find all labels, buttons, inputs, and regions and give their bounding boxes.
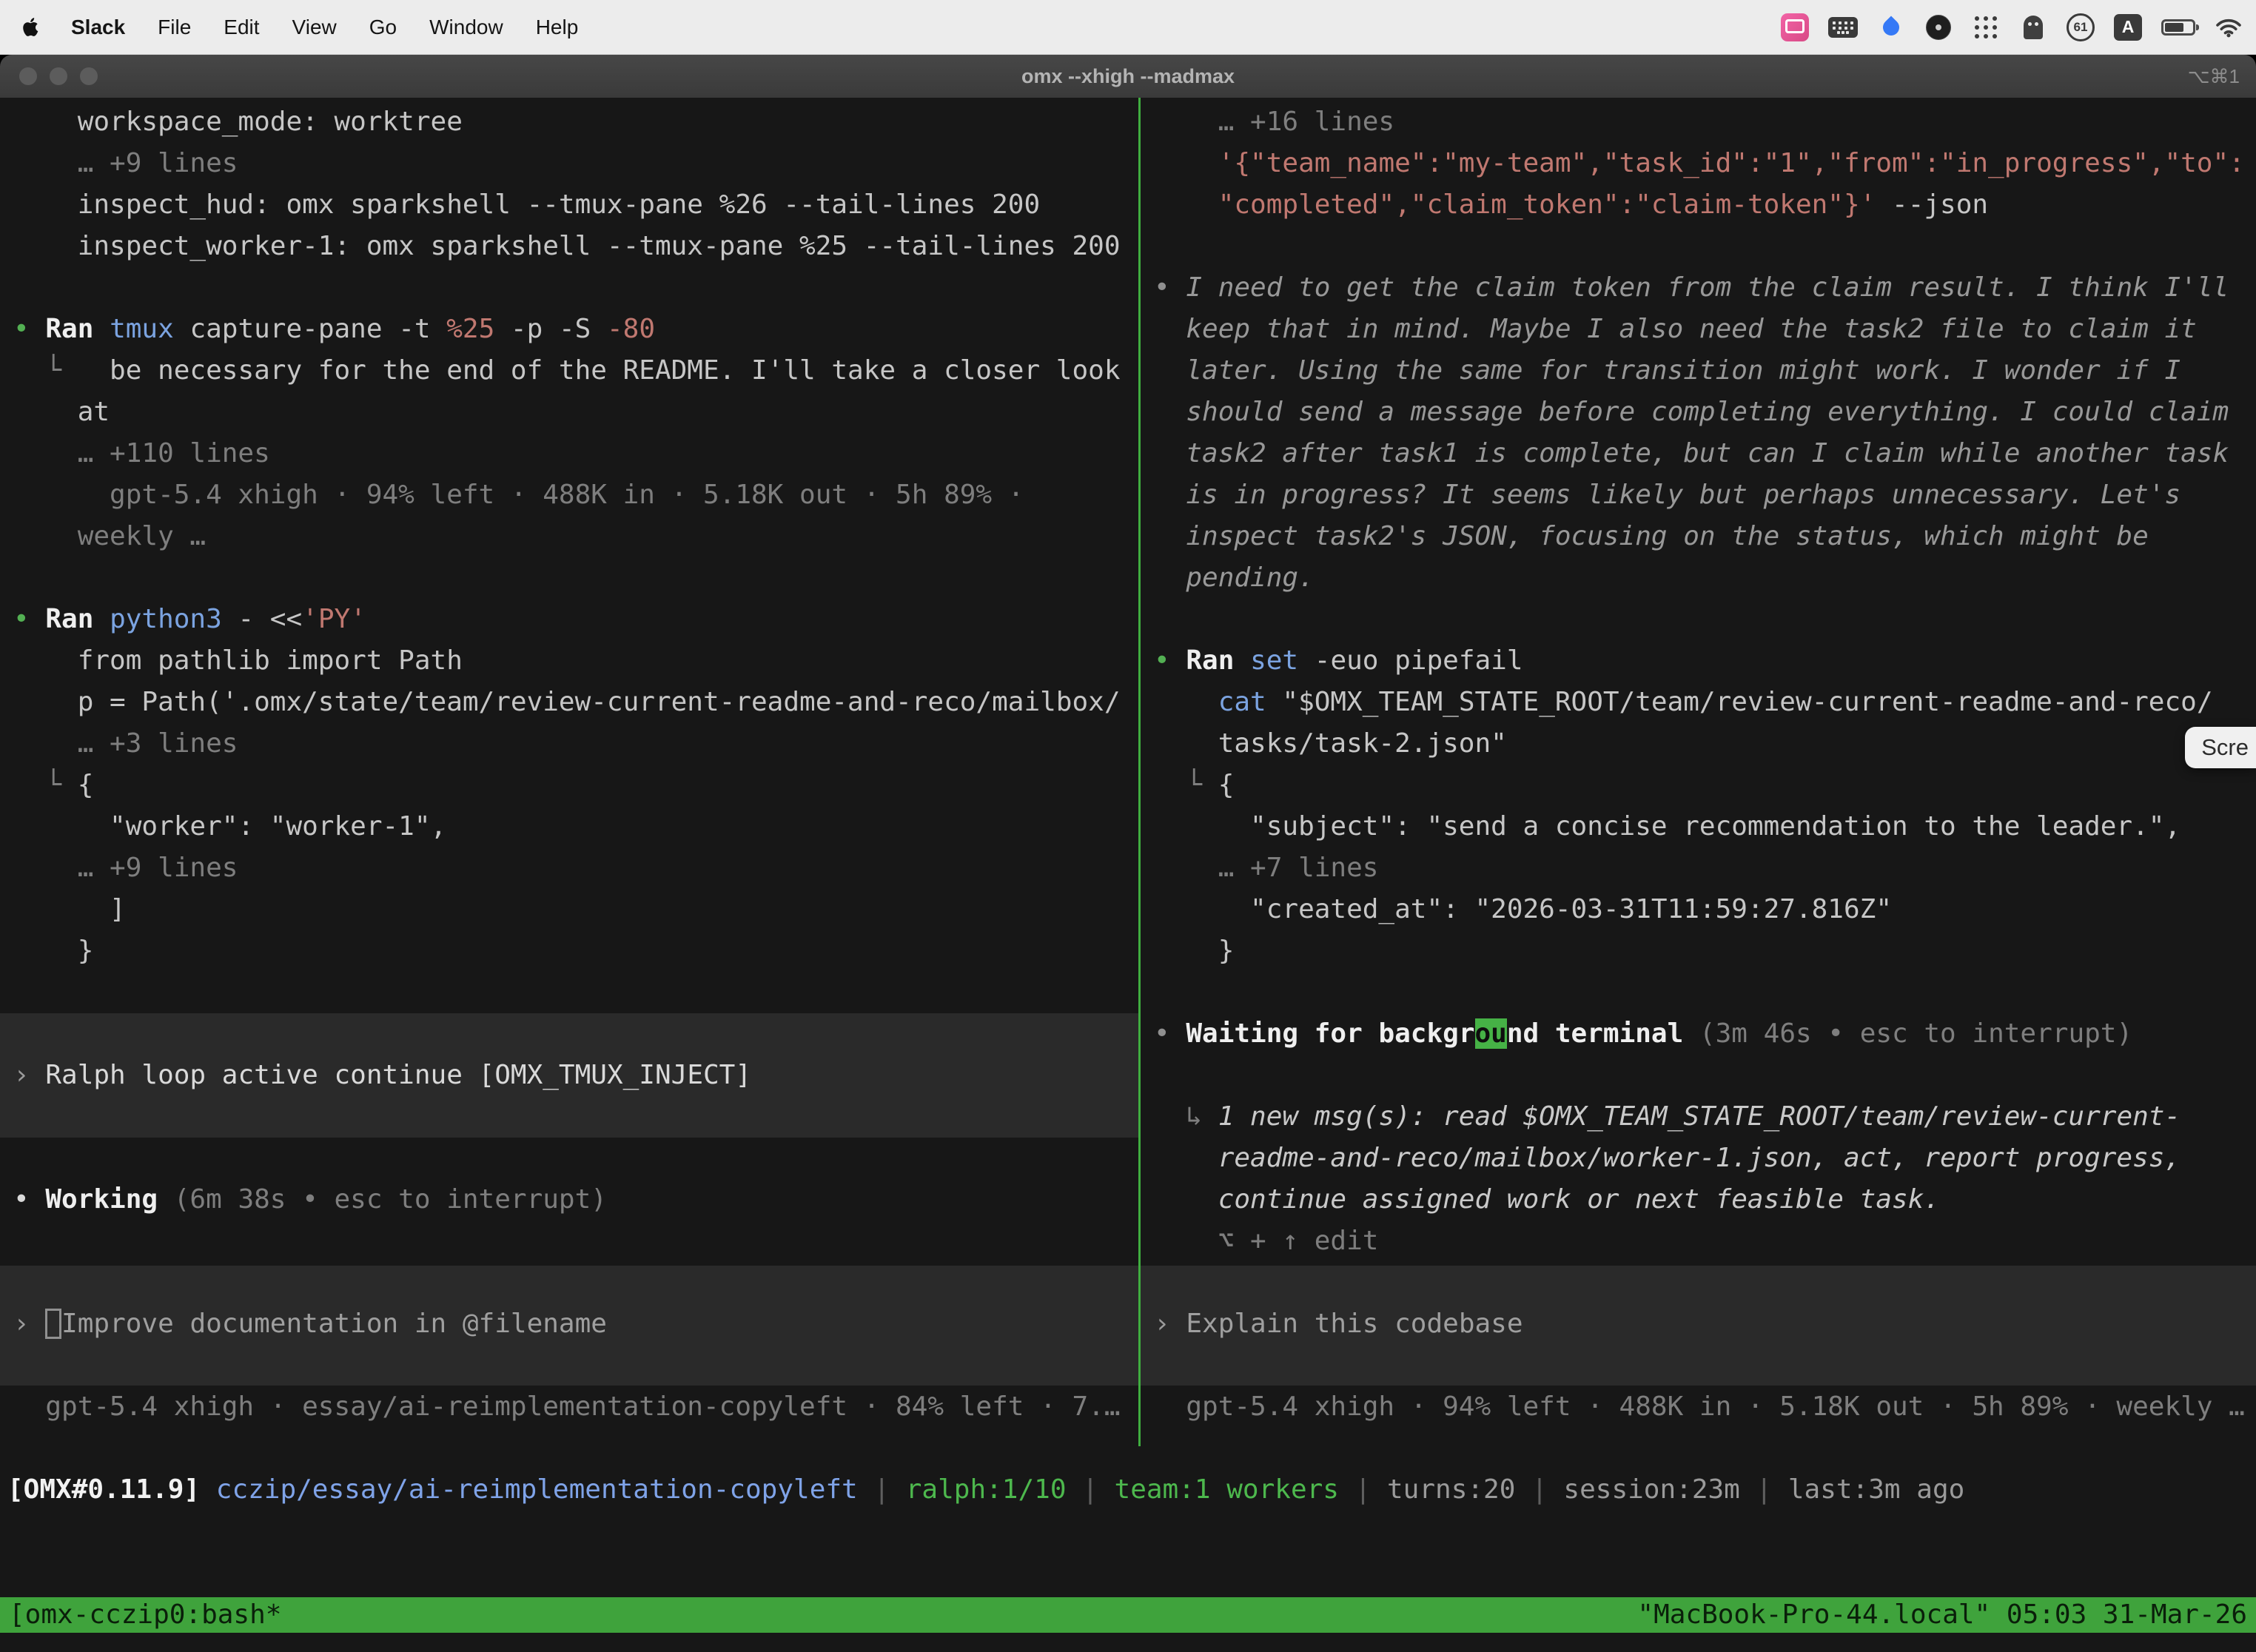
menu-window[interactable]: Window bbox=[429, 16, 503, 39]
terminal-line: › Improve documentation in @filename bbox=[13, 1303, 1138, 1345]
droplet-icon[interactable] bbox=[1877, 10, 1905, 44]
terminal-line: "completed","claim_token":"claim-token"}… bbox=[1154, 184, 2256, 226]
terminal-line: … +9 lines bbox=[13, 143, 1138, 184]
terminal-line: is in progress? It seems likely but perh… bbox=[1154, 474, 2256, 516]
terminal-line: … +3 lines bbox=[13, 723, 1138, 765]
omx-status-line: [OMX#0.11.9] cczip/essay/ai-reimplementa… bbox=[7, 1469, 1964, 1511]
terminal-line: … +9 lines bbox=[13, 847, 1138, 889]
menu-go[interactable]: Go bbox=[369, 16, 397, 39]
terminal-line: p = Path('.omx/state/team/review-current… bbox=[13, 682, 1138, 723]
terminal-line: "created_at": "2026-03-31T11:59:27.816Z" bbox=[1154, 889, 2256, 930]
tmux-session-label: [omx-cczip0:bash* bbox=[9, 1597, 281, 1633]
screen-recording-icon[interactable] bbox=[1781, 10, 1809, 44]
terminal-line: gpt-5.4 xhigh · essay/ai-reimplementatio… bbox=[13, 1386, 1138, 1428]
screen: Slack File Edit View Go Window Help 61 A… bbox=[0, 0, 2256, 1652]
dots-grid-icon[interactable] bbox=[1972, 10, 2000, 44]
terminal-line: • I need to get the claim token from the… bbox=[1154, 267, 2256, 309]
terminal-line: └ { bbox=[1154, 765, 2256, 806]
terminal-line: } bbox=[13, 930, 1138, 972]
window-title: omx --xhigh --madmax bbox=[0, 65, 2256, 88]
terminal-line: ⌥ + ↑ edit bbox=[1154, 1220, 2256, 1262]
terminal-line: later. Using the same for transition mig… bbox=[1154, 350, 2256, 392]
terminal-line: ] bbox=[13, 889, 1138, 930]
terminal-line: • Ran tmux capture-pane -t %25 -p -S -80 bbox=[13, 309, 1138, 350]
screen-share-overlay: Scre bbox=[2185, 727, 2256, 768]
keyboard-icon[interactable] bbox=[1828, 10, 1858, 44]
apple-menu-icon[interactable] bbox=[22, 17, 38, 37]
menu-edit[interactable]: Edit bbox=[224, 16, 259, 39]
terminal-line: weekly … bbox=[13, 516, 1138, 557]
terminal-line: workspace_mode: worktree bbox=[13, 101, 1138, 143]
terminal-line: } bbox=[1154, 930, 2256, 972]
menu-view[interactable]: View bbox=[292, 16, 337, 39]
terminal-line: • Ran set -euo pipefail bbox=[1154, 640, 2256, 682]
badge-61-icon[interactable]: 61 bbox=[2067, 13, 2095, 41]
tmux-status-bar: [omx-cczip0:bash* "MacBook-Pro-44.local"… bbox=[0, 1597, 2256, 1633]
terminal-line: continue assigned work or next feasible … bbox=[1154, 1179, 2256, 1220]
terminal-line: └ be necessary for the end of the README… bbox=[13, 350, 1138, 392]
menu-help[interactable]: Help bbox=[536, 16, 579, 39]
menu-bar: Slack File Edit View Go Window Help 61 A bbox=[0, 0, 2256, 55]
terminal-line: … +16 lines bbox=[1154, 101, 2256, 143]
input-source-icon[interactable]: A bbox=[2114, 14, 2142, 41]
wifi-icon[interactable] bbox=[2215, 10, 2243, 44]
terminal-line: cat "$OMX_TEAM_STATE_ROOT/team/review-cu… bbox=[1154, 682, 2256, 723]
terminal-line: • Ran python3 - <<'PY' bbox=[13, 599, 1138, 640]
terminal-line: inspect task2's JSON, focusing on the st… bbox=[1154, 516, 2256, 557]
menu-bar-left: Slack File Edit View Go Window Help bbox=[22, 16, 578, 39]
terminal-line: › Ralph loop active continue [OMX_TMUX_I… bbox=[13, 1055, 1138, 1096]
battery-icon[interactable] bbox=[2161, 10, 2195, 44]
terminal: workspace_mode: worktree … +9 lines insp… bbox=[0, 98, 2256, 1652]
left-terminal-pane[interactable]: workspace_mode: worktree … +9 lines insp… bbox=[0, 98, 1138, 1446]
window-title-bar[interactable]: omx --xhigh --madmax ⌥⌘1 bbox=[0, 55, 2256, 98]
app-menu-slack[interactable]: Slack bbox=[71, 16, 125, 39]
terminal-line: gpt-5.4 xhigh · 94% left · 488K in · 5.1… bbox=[13, 474, 1138, 516]
terminal-line: • Waiting for background terminal (3m 46… bbox=[1154, 1013, 2256, 1055]
terminal-line: task2 after task1 is complete, but can I… bbox=[1154, 433, 2256, 474]
terminal-line: … +7 lines bbox=[1154, 847, 2256, 889]
terminal-line: tasks/task-2.json" bbox=[1154, 723, 2256, 765]
menu-bar-status-icons: 61 A bbox=[1781, 10, 2243, 44]
terminal-line: readme-and-reco/mailbox/worker-1.json, a… bbox=[1154, 1138, 2256, 1179]
ghost-icon[interactable] bbox=[2019, 10, 2047, 44]
terminal-line: should send a message before completing … bbox=[1154, 392, 2256, 433]
terminal-line: › Explain this codebase bbox=[1154, 1303, 2256, 1345]
terminal-line: "worker": "worker-1", bbox=[13, 806, 1138, 847]
terminal-line: keep that in mind. Maybe I also need the… bbox=[1154, 309, 2256, 350]
terminal-line: … +110 lines bbox=[13, 433, 1138, 474]
terminal-line: at bbox=[13, 392, 1138, 433]
terminal-line: pending. bbox=[1154, 557, 2256, 599]
tmux-host-clock: "MacBook-Pro-44.local" 05:03 31-Mar-26 bbox=[1637, 1597, 2247, 1633]
terminal-line: inspect_worker-1: omx sparkshell --tmux-… bbox=[13, 226, 1138, 267]
terminal-line: └ { bbox=[13, 765, 1138, 806]
terminal-line: "subject": "send a concise recommendatio… bbox=[1154, 806, 2256, 847]
window-shortcut-hint: ⌥⌘1 bbox=[2188, 65, 2240, 88]
terminal-line: ↳ 1 new msg(s): read $OMX_TEAM_STATE_ROO… bbox=[1154, 1096, 2256, 1138]
right-terminal-pane[interactable]: … +16 lines '{"team_name":"my-team","tas… bbox=[1141, 98, 2256, 1446]
dark-app-icon[interactable] bbox=[1924, 10, 1953, 44]
terminal-line: gpt-5.4 xhigh · 94% left · 488K in · 5.1… bbox=[1154, 1386, 2256, 1428]
terminal-line: • Working (6m 38s • esc to interrupt) bbox=[13, 1179, 1138, 1220]
terminal-line: inspect_hud: omx sparkshell --tmux-pane … bbox=[13, 184, 1138, 226]
terminal-line: from pathlib import Path bbox=[13, 640, 1138, 682]
terminal-line: '{"team_name":"my-team","task_id":"1","f… bbox=[1154, 143, 2256, 184]
menu-file[interactable]: File bbox=[158, 16, 191, 39]
